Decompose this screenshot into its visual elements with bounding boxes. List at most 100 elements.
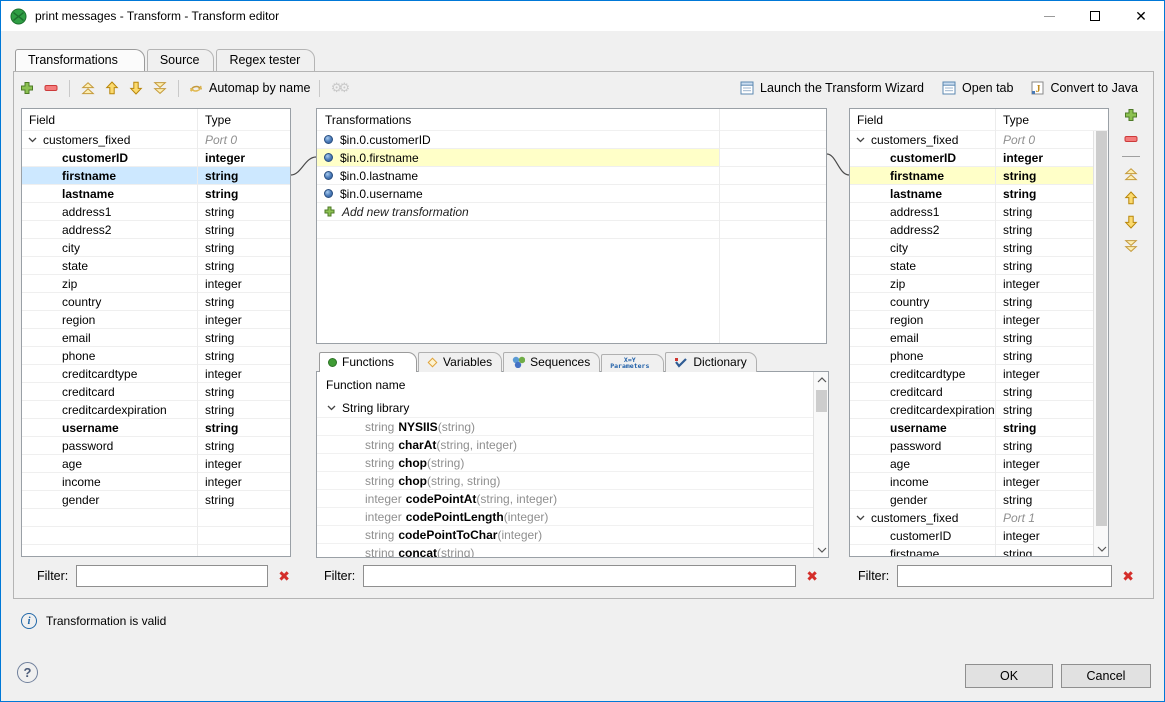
scroll-down-icon[interactable] [814, 542, 829, 557]
help-button[interactable]: ? [17, 662, 38, 683]
field-row[interactable]: creditcardexpirationstring [22, 401, 290, 419]
field-row[interactable]: passwordstring [850, 437, 1093, 455]
field-row[interactable]: citystring [850, 239, 1093, 257]
field-row[interactable]: usernamestring [850, 419, 1093, 437]
field-row[interactable]: countrystring [22, 293, 290, 311]
field-row[interactable]: customerIDinteger [850, 149, 1093, 167]
field-row[interactable]: creditcardexpirationstring [850, 401, 1093, 419]
cancel-button[interactable]: Cancel [1061, 664, 1151, 688]
field-row[interactable]: emailstring [850, 329, 1093, 347]
move-bottom-button[interactable] [148, 76, 172, 100]
right-filter-input[interactable] [897, 565, 1112, 587]
move-top-button[interactable] [76, 76, 100, 100]
scrollbar-thumb[interactable] [1096, 126, 1107, 526]
field-row[interactable]: incomeinteger [850, 473, 1093, 491]
scrollbar-thumb[interactable] [816, 390, 827, 412]
transformation-item[interactable]: $in.0.customerID [317, 131, 826, 149]
tab-functions[interactable]: Functions [319, 352, 417, 372]
tab-parameters[interactable]: X=YParameters [601, 354, 664, 372]
function-row[interactable]: stringcodePointToChar(integer) [317, 525, 813, 543]
clear-filter-icon[interactable]: ✖ [804, 569, 820, 583]
field-row[interactable]: phonestring [850, 347, 1093, 365]
function-library-row[interactable]: String library [317, 398, 813, 417]
field-row[interactable]: creditcardtypeinteger [850, 365, 1093, 383]
move-output-top-button[interactable] [1120, 164, 1142, 184]
tab-sequences[interactable]: Sequences [503, 352, 600, 372]
record-row[interactable]: customers_fixedPort 1 [850, 509, 1093, 527]
automap-by-name-button[interactable]: Automap by name [185, 76, 313, 100]
field-row[interactable]: genderstring [850, 491, 1093, 509]
field-row[interactable]: lastnamestring [22, 185, 290, 203]
tab-transformations[interactable]: Transformations [15, 49, 145, 71]
field-row[interactable]: usernamestring [22, 419, 290, 437]
function-row[interactable]: stringcharAt(string, integer) [317, 435, 813, 453]
move-output-down-button[interactable] [1120, 212, 1142, 232]
field-row[interactable]: emailstring [22, 329, 290, 347]
close-button[interactable]: ✕ [1118, 1, 1164, 31]
field-row[interactable]: creditcardtypeinteger [22, 365, 290, 383]
field-row[interactable]: customerIDinteger [850, 527, 1093, 545]
field-row[interactable]: address1string [22, 203, 290, 221]
function-row[interactable]: stringconcat(string) [317, 543, 813, 557]
function-row[interactable]: integercodePointLength(integer) [317, 507, 813, 525]
remove-transformation-button[interactable] [39, 76, 63, 100]
clear-filter-icon[interactable]: ✖ [276, 569, 292, 583]
move-down-button[interactable] [124, 76, 148, 100]
maximize-button[interactable] [1072, 1, 1118, 31]
output-panel-scrollbar[interactable] [1093, 109, 1108, 556]
record-row[interactable]: customers_fixedPort 0 [850, 131, 1093, 149]
tab-source[interactable]: Source [147, 49, 215, 71]
move-output-bottom-button[interactable] [1120, 236, 1142, 256]
field-row[interactable]: firstnamestring [850, 545, 1093, 556]
field-row[interactable]: zipinteger [22, 275, 290, 293]
field-row[interactable]: ageinteger [22, 455, 290, 473]
field-row[interactable]: address2string [22, 221, 290, 239]
field-row[interactable]: creditcardstring [850, 383, 1093, 401]
field-row[interactable]: firstnamestring [850, 167, 1093, 185]
field-row[interactable]: zipinteger [850, 275, 1093, 293]
transformation-item[interactable]: $in.0.firstname [317, 149, 826, 167]
field-row[interactable]: lastnamestring [850, 185, 1093, 203]
field-row[interactable]: passwordstring [22, 437, 290, 455]
field-row[interactable]: genderstring [22, 491, 290, 509]
field-row[interactable]: phonestring [22, 347, 290, 365]
field-row[interactable]: statestring [22, 257, 290, 275]
scroll-up-icon[interactable] [814, 372, 829, 387]
tab-dictionary[interactable]: Dictionary [665, 352, 756, 372]
field-row[interactable]: statestring [850, 257, 1093, 275]
move-output-up-button[interactable] [1120, 188, 1142, 208]
functions-scrollbar[interactable] [813, 372, 828, 557]
function-row[interactable]: stringchop(string) [317, 453, 813, 471]
move-up-button[interactable] [100, 76, 124, 100]
tab-regex-tester[interactable]: Regex tester [216, 49, 315, 71]
field-row[interactable]: customerIDinteger [22, 149, 290, 167]
middle-filter-input[interactable] [363, 565, 796, 587]
function-row[interactable]: integercodePointAt(string, integer) [317, 489, 813, 507]
add-output-field-button[interactable] [1120, 105, 1142, 125]
transformation-item[interactable]: $in.0.lastname [317, 167, 826, 185]
settings-button[interactable]: ⚙⚙ [326, 76, 350, 100]
record-row[interactable]: customers_fixedPort 0 [22, 131, 290, 149]
field-row[interactable]: incomeinteger [22, 473, 290, 491]
ok-button[interactable]: OK [965, 664, 1053, 688]
field-row[interactable]: firstnamestring [22, 167, 290, 185]
function-row[interactable]: stringNYSIIS(string) [317, 417, 813, 435]
launch-transform-wizard-button[interactable]: Launch the Transform Wizard [740, 81, 924, 95]
field-row[interactable]: citystring [22, 239, 290, 257]
field-row[interactable]: creditcardstring [22, 383, 290, 401]
field-row[interactable]: address1string [850, 203, 1093, 221]
open-tab-button[interactable]: Open tab [942, 81, 1013, 95]
field-row[interactable]: regioninteger [850, 311, 1093, 329]
scroll-down-icon[interactable] [1094, 541, 1109, 556]
field-row[interactable]: regioninteger [22, 311, 290, 329]
field-row[interactable]: address2string [850, 221, 1093, 239]
field-row[interactable]: ageinteger [850, 455, 1093, 473]
tab-variables[interactable]: Variables [418, 352, 502, 372]
minimize-button[interactable] [1026, 1, 1072, 31]
left-filter-input[interactable] [76, 565, 268, 587]
add-transformation-button[interactable] [15, 76, 39, 100]
function-row[interactable]: stringchop(string, string) [317, 471, 813, 489]
field-row[interactable]: countrystring [850, 293, 1093, 311]
remove-output-field-button[interactable] [1120, 129, 1142, 149]
add-new-transformation[interactable]: Add new transformation [317, 203, 826, 221]
